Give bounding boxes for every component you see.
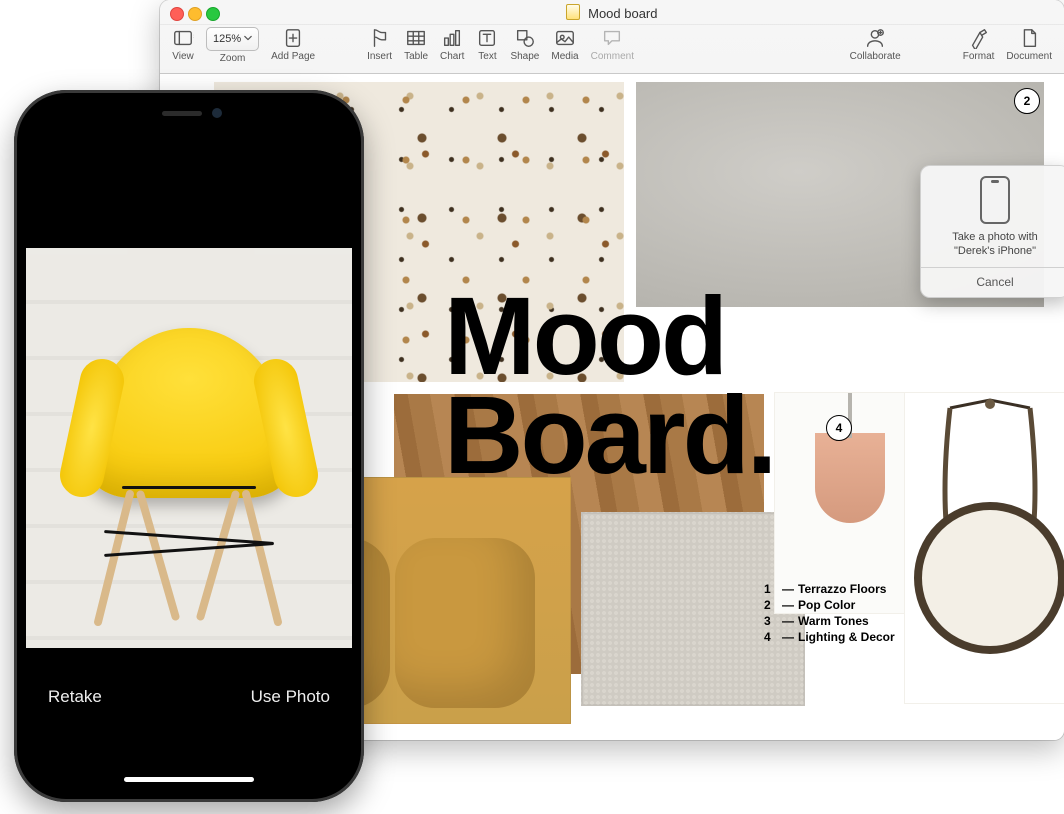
insert-button[interactable]: Insert (367, 27, 392, 62)
use-photo-button[interactable]: Use Photo (251, 687, 330, 707)
camera-bottom-bar: Retake Use Photo (26, 622, 352, 790)
document-icon (566, 4, 580, 20)
legend-item: 4—Lighting & Decor (764, 630, 895, 644)
document-label: Document (1006, 51, 1052, 62)
add-page-label: Add Page (271, 51, 315, 62)
insert-label: Insert (367, 51, 392, 62)
title-line-2: Board. (444, 384, 964, 489)
legend-item: 2—Pop Color (764, 598, 895, 612)
zoom-value: 125% (213, 33, 241, 45)
text-label: Text (478, 51, 496, 62)
badge-2: 2 (1014, 88, 1040, 114)
toolbar: View 125% Zoom Add Page Insert Table (160, 24, 1064, 77)
iphone-device: Retake Use Photo (14, 90, 364, 802)
view-button[interactable]: View (172, 27, 194, 62)
legend-list: 1—Terrazzo Floors 2—Pop Color 3—Warm Ton… (764, 580, 895, 646)
fullscreen-icon[interactable] (206, 7, 220, 21)
continuity-camera-popover: Take a photo with "Derek's iPhone" Cance… (920, 165, 1064, 298)
badge-4: 4 (826, 415, 852, 441)
document-button[interactable]: Document (1006, 27, 1052, 62)
add-page-button[interactable]: Add Page (271, 27, 315, 62)
zoom-label: Zoom (220, 53, 246, 64)
phone-icon (980, 176, 1010, 224)
chart-label: Chart (440, 51, 464, 62)
collaborate-label: Collaborate (850, 51, 901, 62)
popover-text: Take a photo with "Derek's iPhone" (931, 230, 1059, 259)
zoom-button[interactable]: 125% Zoom (206, 27, 259, 64)
retake-button[interactable]: Retake (48, 687, 102, 707)
iphone-screen: Retake Use Photo (26, 102, 352, 790)
media-label: Media (551, 51, 578, 62)
table-button[interactable]: Table (404, 27, 428, 62)
format-button[interactable]: Format (963, 27, 995, 62)
shape-button[interactable]: Shape (510, 27, 539, 62)
table-label: Table (404, 51, 428, 62)
comment-label: Comment (591, 51, 634, 62)
chevron-down-icon (244, 34, 252, 42)
page-title[interactable]: Mood Board. (444, 290, 964, 488)
text-button[interactable]: Text (476, 27, 498, 62)
view-label: View (172, 51, 194, 62)
titlebar[interactable]: Mood board (160, 0, 1064, 24)
window-title: Mood board (588, 6, 657, 21)
chart-button[interactable]: Chart (440, 27, 464, 62)
notch (104, 100, 274, 128)
cancel-button[interactable]: Cancel (921, 267, 1064, 291)
title-line-1: Mood (444, 290, 964, 384)
home-indicator[interactable] (124, 777, 254, 782)
minimize-icon[interactable] (188, 7, 202, 21)
format-label: Format (963, 51, 995, 62)
camera-photo-preview[interactable] (26, 248, 352, 648)
comment-button: Comment (591, 27, 634, 62)
shape-label: Shape (510, 51, 539, 62)
collaborate-button[interactable]: Collaborate (850, 27, 901, 62)
legend-item: 1—Terrazzo Floors (764, 582, 895, 596)
close-icon[interactable] (170, 7, 184, 21)
chair-image (74, 288, 304, 638)
media-button[interactable]: Media (551, 27, 578, 62)
legend-item: 3—Warm Tones (764, 614, 895, 628)
